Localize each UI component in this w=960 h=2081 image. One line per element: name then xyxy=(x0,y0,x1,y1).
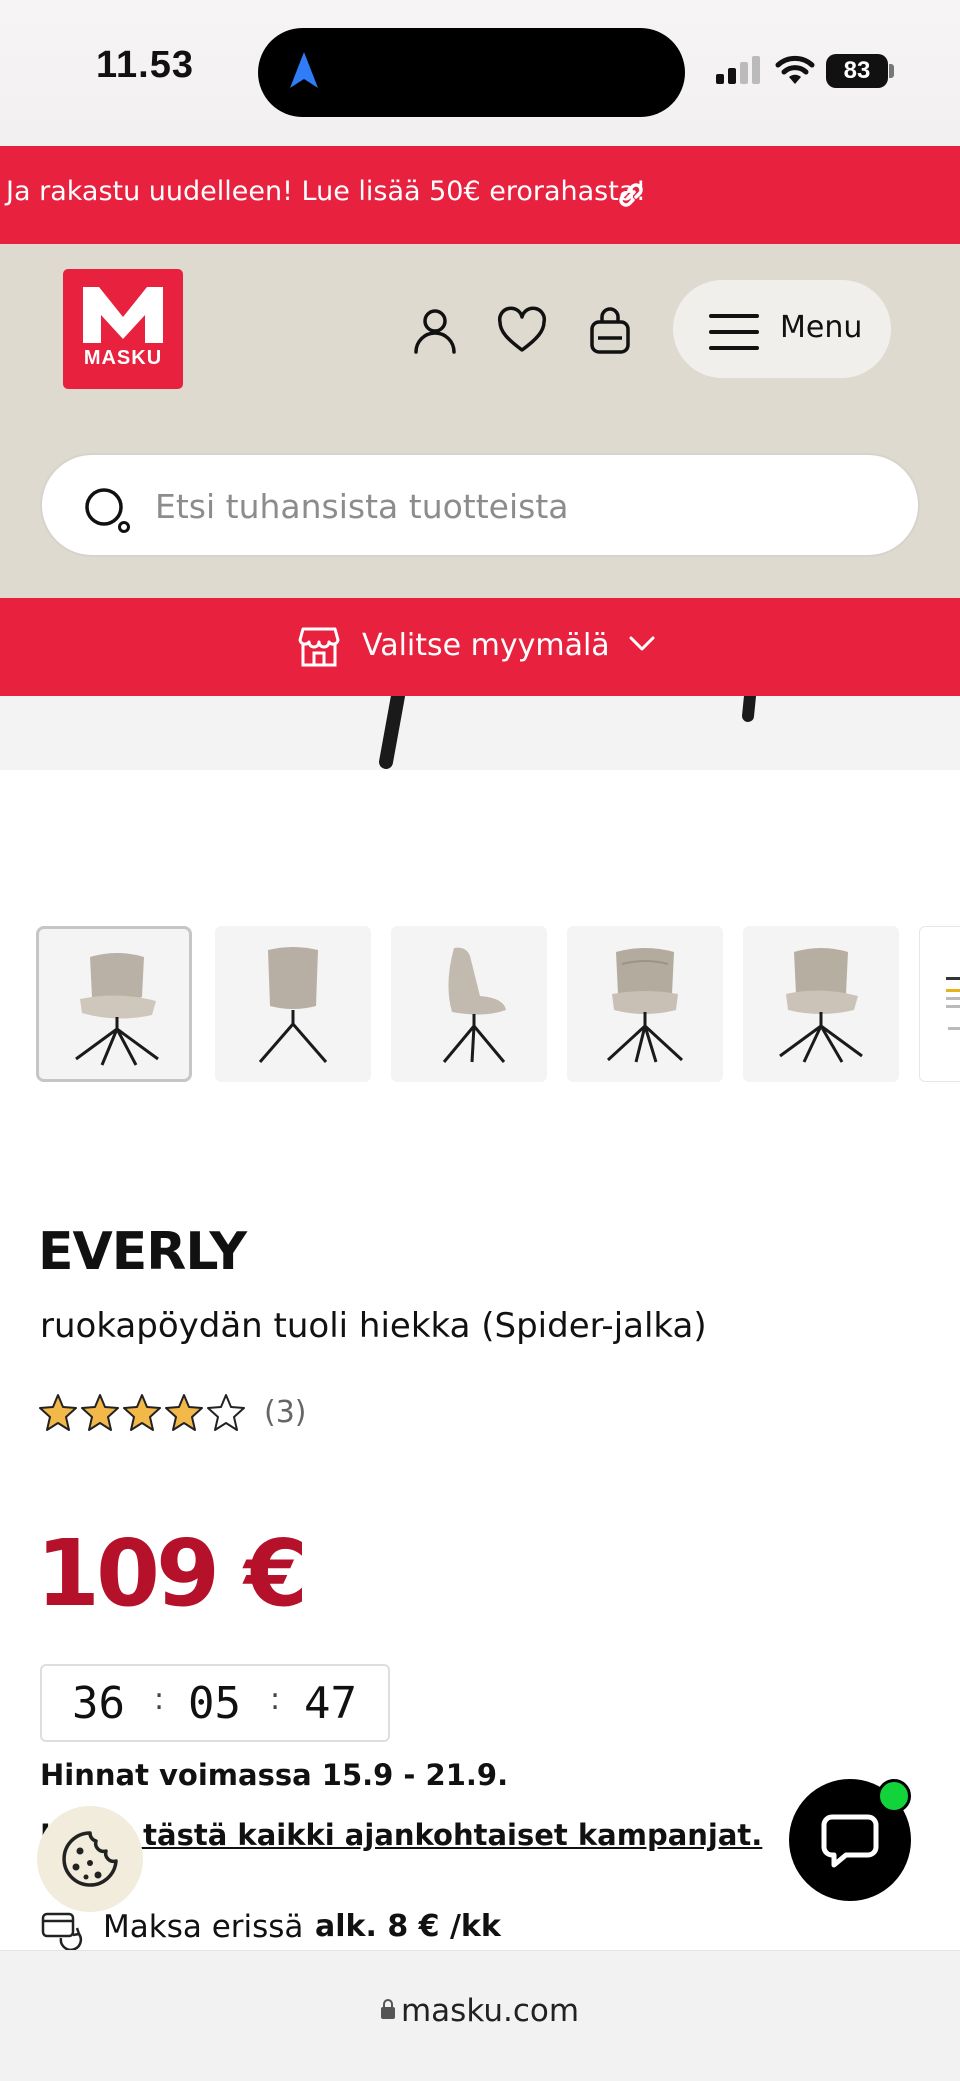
menu-label: Menu xyxy=(780,310,863,345)
chair-angle-image xyxy=(779,948,863,1063)
review-count[interactable]: (3) xyxy=(264,1395,307,1430)
promo-text[interactable]: Ja rakastu uudelleen! Lue lisää 50€ eror… xyxy=(6,176,646,207)
countdown-seconds: 47 xyxy=(304,1678,357,1729)
cookie-settings-button[interactable] xyxy=(37,1806,143,1912)
product-name: ruokapöydän tuoli hiekka (Spider-jalka) xyxy=(40,1306,707,1346)
countdown-separator: : xyxy=(270,1682,281,1717)
countdown-timer: 36 : 05 : 47 xyxy=(40,1664,390,1742)
chair-back-image xyxy=(258,947,328,1063)
campaigns-link[interactable]: Katso tästä kaikki ajankohtaiset kampanj… xyxy=(40,1818,762,1852)
browser-url-bar[interactable]: masku.com xyxy=(0,1950,960,2081)
product-price: 109 € xyxy=(36,1520,308,1627)
chevron-down-icon xyxy=(629,636,655,651)
thumbnail-5[interactable] xyxy=(743,926,899,1082)
battery-cap xyxy=(889,64,894,78)
status-time: 11.53 xyxy=(96,44,194,86)
dynamic-island xyxy=(258,28,685,117)
lock-icon xyxy=(380,1999,395,2019)
link-icon[interactable] xyxy=(614,178,648,212)
chair-side-image xyxy=(442,947,506,1063)
thumbnail-4[interactable] xyxy=(567,926,723,1082)
location-arrow-icon xyxy=(290,52,318,88)
thumbnail-3[interactable] xyxy=(391,926,547,1082)
store-selector-label: Valitse myymälä xyxy=(362,628,610,663)
doc-line xyxy=(946,977,960,980)
cookie-icon xyxy=(62,1831,118,1887)
account-icon[interactable] xyxy=(410,306,460,356)
chair-front-image xyxy=(75,953,159,1066)
wifi-icon xyxy=(775,55,815,84)
doc-line xyxy=(948,1027,960,1030)
rating-stars[interactable] xyxy=(38,1392,250,1434)
masku-logo[interactable]: MASKU xyxy=(63,269,183,389)
thumbnail-6-info-sheet[interactable] xyxy=(919,926,960,1082)
wishlist-heart-icon[interactable] xyxy=(497,306,547,356)
shopping-bag-icon[interactable] xyxy=(585,306,635,356)
search-placeholder: Etsi tuhansista tuotteista xyxy=(155,487,569,526)
chair-front-alt-image xyxy=(606,948,684,1063)
chat-bubble-icon xyxy=(821,1814,879,1868)
thumbnail-1[interactable] xyxy=(36,926,192,1082)
countdown-separator: : xyxy=(154,1682,165,1717)
search-icon xyxy=(85,488,130,533)
product-main-image[interactable] xyxy=(0,689,960,770)
menu-button[interactable]: Menu xyxy=(673,280,891,378)
logo-text: MASKU xyxy=(83,347,163,369)
price-validity: Hinnat voimassa 15.9 - 21.9. xyxy=(40,1758,509,1792)
installment-label: Maksa erissä xyxy=(103,1909,304,1945)
store-selector[interactable]: Valitse myymälä xyxy=(0,598,960,696)
battery-indicator: 83 xyxy=(826,54,888,88)
doc-line xyxy=(946,997,960,1000)
cellular-signal-icon xyxy=(716,56,760,84)
countdown-minutes: 05 xyxy=(188,1678,241,1729)
installment-payment-icon xyxy=(41,1912,83,1950)
countdown-hours: 36 xyxy=(72,1678,125,1729)
online-status-dot xyxy=(877,1779,911,1813)
hamburger-icon xyxy=(709,314,759,350)
search-input[interactable]: Etsi tuhansista tuotteista xyxy=(40,453,920,557)
url-text: masku.com xyxy=(400,1993,580,2029)
thumbnail-strip[interactable] xyxy=(0,924,960,1084)
product-brand: EVERLY xyxy=(38,1222,247,1282)
chair-legs-image xyxy=(379,689,756,769)
url-display[interactable]: masku.com xyxy=(0,1993,960,2029)
doc-line xyxy=(946,1005,960,1008)
status-bar: 11.53 83 xyxy=(0,0,960,146)
logo-m-mark xyxy=(83,287,163,343)
promo-banner[interactable]: Ja rakastu uudelleen! Lue lisää 50€ eror… xyxy=(0,146,960,244)
doc-line xyxy=(946,989,960,992)
site-header: MASKU Menu Etsi tuhansista tuotteista xyxy=(0,244,960,598)
star-icon xyxy=(39,1394,245,1431)
store-icon xyxy=(298,627,340,667)
installment-amount: alk. 8 € /kk xyxy=(315,1909,501,1944)
thumbnail-2[interactable] xyxy=(215,926,371,1082)
